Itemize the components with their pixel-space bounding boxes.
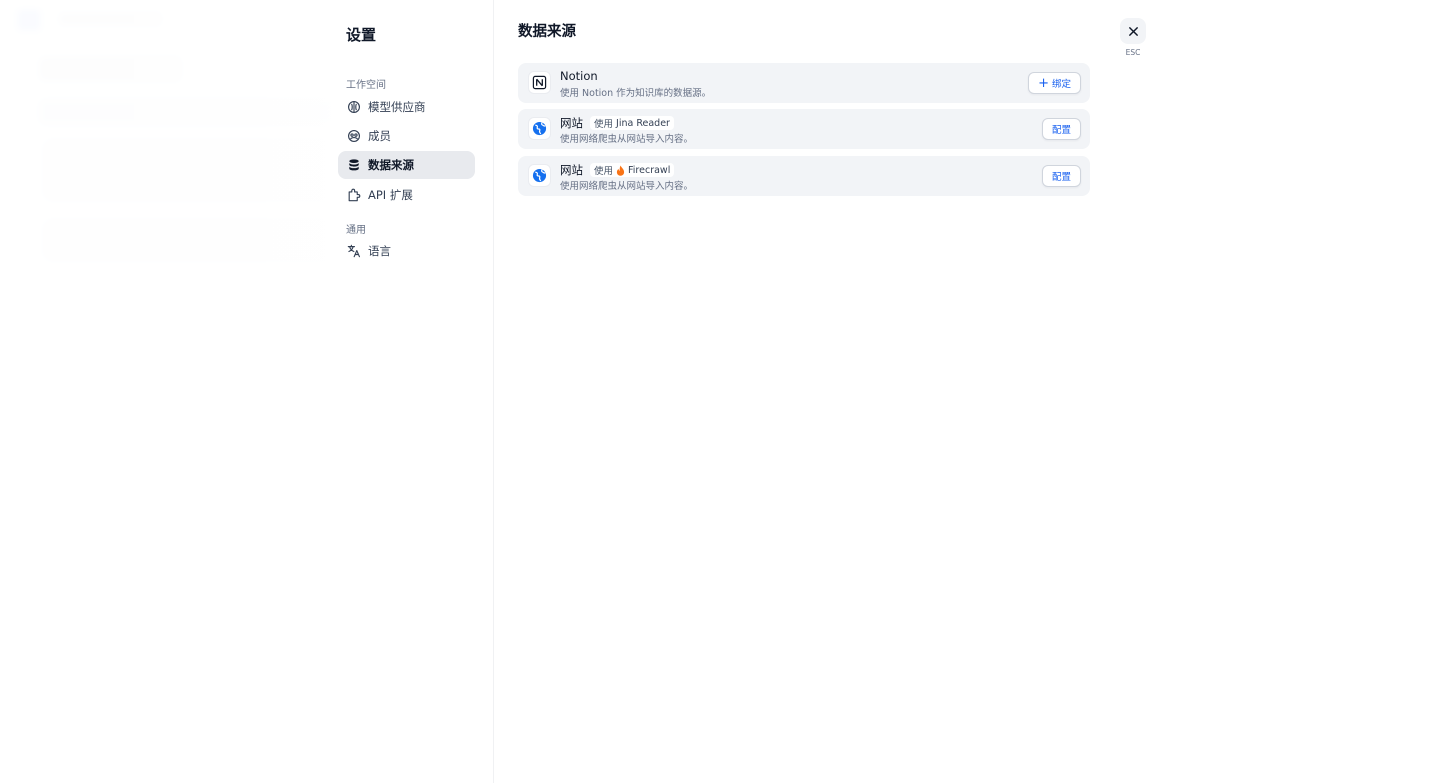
source-icon-wrapper [528,71,551,94]
source-title: 网站 [560,116,583,130]
bind-button[interactable]: + 绑定 [1028,72,1081,94]
source-icon-wrapper [528,164,551,187]
nav-item-api-extension[interactable]: API 扩展 [338,181,475,209]
puzzle-icon [348,188,361,202]
configure-button-label: 配置 [1051,125,1071,136]
settings-sidebar: 设置 工作空间 模型供应商 成员 数据来源 API 扩展 通用 语言 [0,0,494,783]
configure-button[interactable]: 配置 [1041,118,1081,140]
nav-item-model-provider[interactable]: 模型供应商 [338,93,475,121]
source-title-row: 网站 使用 Firecrawl [560,162,675,178]
firecrawl-flame-icon [616,165,625,176]
source-icon-wrapper [528,117,551,140]
close-icon [1128,26,1138,36]
members-icon [348,130,360,142]
nav-item-label: API 扩展 [368,188,413,202]
notion-icon [532,75,547,90]
source-description: 使用网络爬虫从网站导入内容。 [560,134,694,145]
provider-pill: 使用 Jina Reader [590,116,674,130]
nav-item-language[interactable]: 语言 [338,237,475,265]
group-label-general: 通用 [346,225,366,236]
source-description: 使用 Notion 作为知识库的数据源。 [560,88,712,99]
nav-item-data-source[interactable]: 数据来源 [338,151,475,179]
nav-item-label: 模型供应商 [368,100,426,114]
translate-icon [347,244,360,258]
page-title: 数据来源 [518,24,576,40]
esc-hint: ESC [1125,48,1141,57]
source-title: Notion [560,69,598,83]
bind-button-label: 绑定 [1051,79,1071,90]
nav-item-label: 成员 [368,129,391,143]
close-button[interactable] [1120,18,1146,44]
data-source-card-firecrawl: 网站 使用 Firecrawl 使用网络爬虫从网站导入内容。 配置 [518,156,1090,196]
source-title: 网站 [560,163,583,177]
provider-prefix: 使用 [594,166,614,177]
settings-title: 设置 [346,26,377,44]
provider-prefix: 使用 [594,119,614,130]
data-source-card-jina-reader: 网站 使用 Jina Reader 使用网络爬虫从网站导入内容。 配置 [518,109,1090,149]
source-title-row: 网站 使用 Jina Reader [560,115,674,131]
source-description: 使用网络爬虫从网站导入内容。 [560,181,694,192]
provider-pill: 使用 Firecrawl [590,163,675,177]
globe-icon [532,168,547,183]
data-source-card-notion: Notion 使用 Notion 作为知识库的数据源。 + 绑定 [518,63,1090,103]
provider-name: Jina Reader [616,117,670,129]
provider-name: Firecrawl [628,164,671,176]
plus-icon: + [1038,75,1049,91]
settings-content: 数据来源 Notion 使用 Notion 作为知识库的数据源。 + 绑定 网站 [494,0,1440,783]
globe-icon [532,121,547,136]
nav-item-label: 数据来源 [368,158,414,172]
source-title-row: Notion [560,69,598,83]
group-label-workspace: 工作空间 [346,80,386,91]
configure-button-label: 配置 [1051,172,1071,183]
brain-icon [348,101,360,113]
nav-item-members[interactable]: 成员 [338,122,475,150]
nav-item-label: 语言 [368,244,391,258]
database-icon [349,159,359,171]
configure-button[interactable]: 配置 [1041,165,1081,187]
